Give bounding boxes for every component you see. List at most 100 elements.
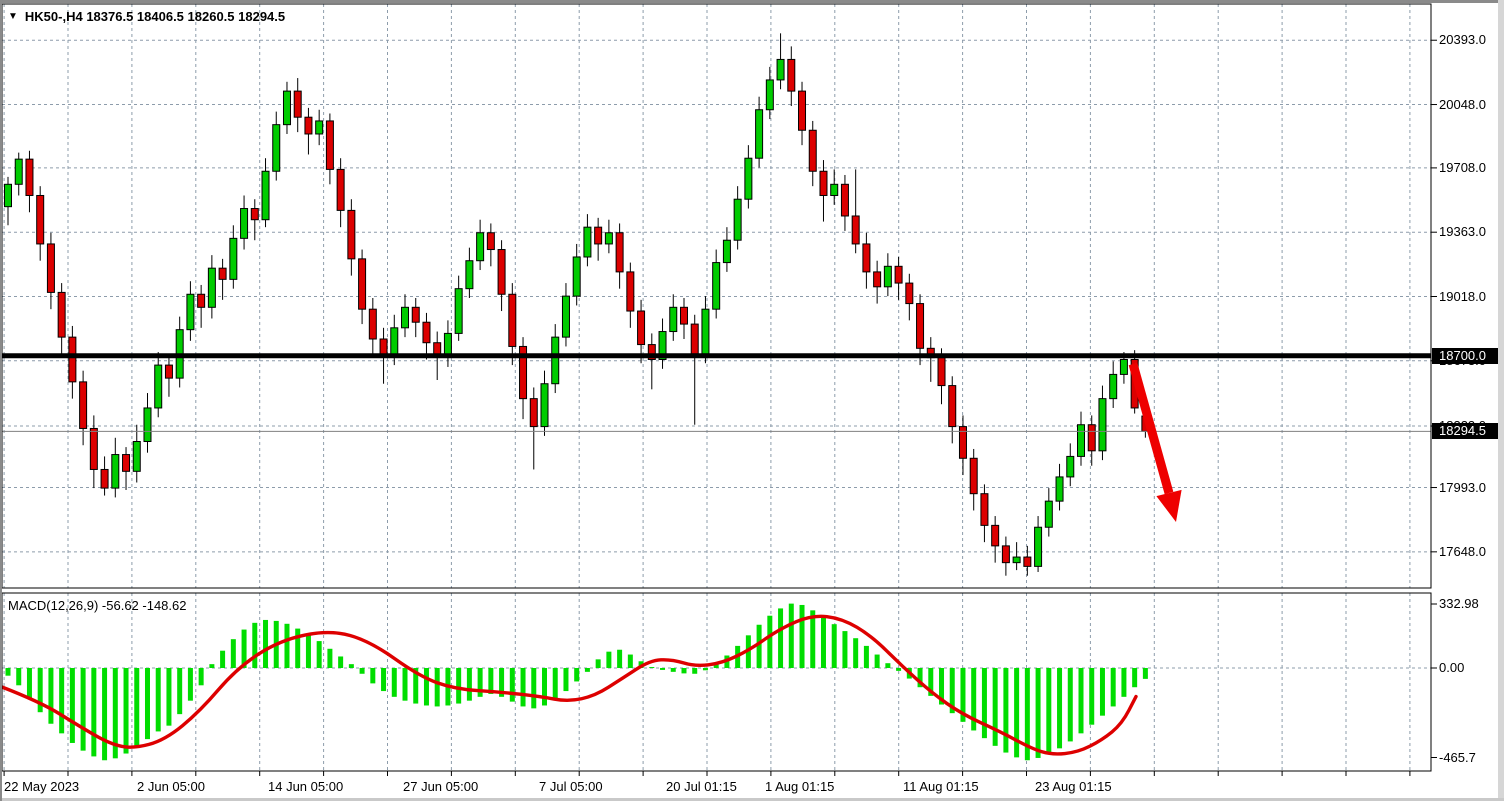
bullish-candle (670, 307, 677, 331)
bearish-candle (906, 283, 913, 304)
macd-histogram-bar (896, 668, 901, 671)
macd-histogram-bar (842, 631, 847, 668)
bearish-candle (37, 195, 44, 243)
bearish-candle (530, 399, 537, 427)
window-border-right (1498, 0, 1504, 801)
bullish-candle (1056, 477, 1063, 501)
price-tick-label: 19708.0 (1439, 160, 1486, 175)
macd-histogram-bar (424, 668, 429, 705)
macd-histogram-bar (156, 668, 161, 731)
bearish-candle (26, 159, 33, 195)
macd-histogram-bar (177, 668, 182, 714)
bullish-candle (316, 121, 323, 134)
macd-histogram-bar (317, 641, 322, 668)
bullish-candle (112, 455, 119, 489)
bullish-candle (1045, 501, 1052, 527)
price-tick-label: 20393.0 (1439, 32, 1486, 47)
bullish-candle (541, 384, 548, 427)
down-arrow-head[interactable] (1156, 490, 1181, 522)
bullish-candle (241, 209, 248, 239)
bullish-candle (552, 337, 559, 384)
macd-histogram-bar (832, 624, 837, 668)
macd-histogram-bar (338, 656, 343, 668)
window-border-top (0, 0, 1504, 3)
macd-histogram-bar (1121, 668, 1126, 697)
bullish-candle (884, 266, 891, 287)
down-arrow-shaft[interactable] (1133, 364, 1169, 493)
macd-histogram-bar (767, 616, 772, 668)
bullish-candle (144, 408, 151, 442)
macd-histogram-bar (885, 663, 890, 668)
bearish-candle (616, 233, 623, 272)
time-axis-label: 7 Jul 05:00 (539, 779, 603, 794)
bullish-candle (133, 442, 140, 472)
macd-histogram-bar (295, 629, 300, 668)
macd-tick-label: 332.98 (1439, 596, 1479, 611)
time-axis-label: 1 Aug 01:15 (765, 779, 834, 794)
macd-histogram-bar (800, 605, 805, 668)
macd-histogram-bar (209, 664, 214, 668)
bearish-candle (595, 227, 602, 244)
bearish-candle (380, 339, 387, 356)
macd-histogram-bar (284, 624, 289, 668)
bearish-candle (809, 130, 816, 171)
bullish-candle (734, 199, 741, 240)
bearish-candle (788, 59, 795, 91)
bullish-candle (584, 227, 591, 257)
macd-histogram-bar (349, 664, 354, 668)
macd-histogram-bar (660, 668, 665, 670)
macd-histogram-bar (199, 668, 204, 685)
bearish-candle (487, 233, 494, 250)
macd-histogram-bar (327, 649, 332, 668)
bearish-candle (90, 428, 97, 469)
macd-histogram-bar (563, 668, 568, 691)
bullish-candle (723, 240, 730, 262)
bullish-candle (605, 233, 612, 244)
macd-histogram-bar (166, 668, 171, 726)
price-tick-label: 17993.0 (1439, 480, 1486, 495)
macd-histogram-bar (606, 652, 611, 668)
macd-histogram-bar (681, 668, 686, 673)
time-axis-label: 27 Jun 05:00 (403, 779, 478, 794)
macd-histogram-bar (48, 668, 53, 724)
bullish-candle (777, 59, 784, 80)
macd-histogram-bar (875, 655, 880, 668)
macd-histogram-bar (134, 668, 139, 747)
bearish-candle (58, 292, 65, 337)
bullish-candle (1110, 374, 1117, 398)
bullish-candle (208, 268, 215, 307)
time-axis-label: 20 Jul 01:15 (666, 779, 737, 794)
time-axis-label: 2 Jun 05:00 (137, 779, 205, 794)
bullish-candle (713, 263, 720, 310)
bullish-candle (1013, 557, 1020, 563)
bearish-candle (69, 337, 76, 382)
macd-histogram-bar (521, 668, 526, 706)
chart-canvas[interactable] (0, 0, 1504, 801)
bearish-candle (1024, 557, 1031, 566)
macd-histogram-bar (231, 639, 236, 668)
macd-histogram-bar (1111, 668, 1116, 706)
macd-histogram-bar (1100, 668, 1105, 716)
bullish-candle (273, 125, 280, 172)
macd-histogram-bar (853, 638, 858, 668)
bullish-candle (1078, 425, 1085, 457)
macd-histogram-bar (59, 668, 64, 733)
macd-histogram-bar (789, 604, 794, 668)
macd-histogram-bar (145, 668, 150, 739)
bearish-candle (874, 272, 881, 287)
macd-histogram-bar (435, 668, 440, 706)
bearish-candle (992, 525, 999, 546)
macd-histogram-bar (403, 668, 408, 701)
macd-histogram-bar (596, 659, 601, 668)
macd-histogram-bar (91, 668, 96, 756)
macd-panel-border (2, 593, 1431, 771)
macd-histogram-bar (821, 618, 826, 668)
macd-histogram-bar (649, 667, 654, 668)
macd-histogram-bar (628, 655, 633, 668)
macd-histogram-bar (1036, 668, 1041, 758)
macd-tick-label: 0.00 (1439, 660, 1464, 675)
symbol-marker-icon: ▼ (8, 11, 18, 22)
bullish-candle (702, 309, 709, 354)
macd-histogram-bar (585, 668, 590, 672)
macd-histogram-bar (124, 668, 129, 754)
